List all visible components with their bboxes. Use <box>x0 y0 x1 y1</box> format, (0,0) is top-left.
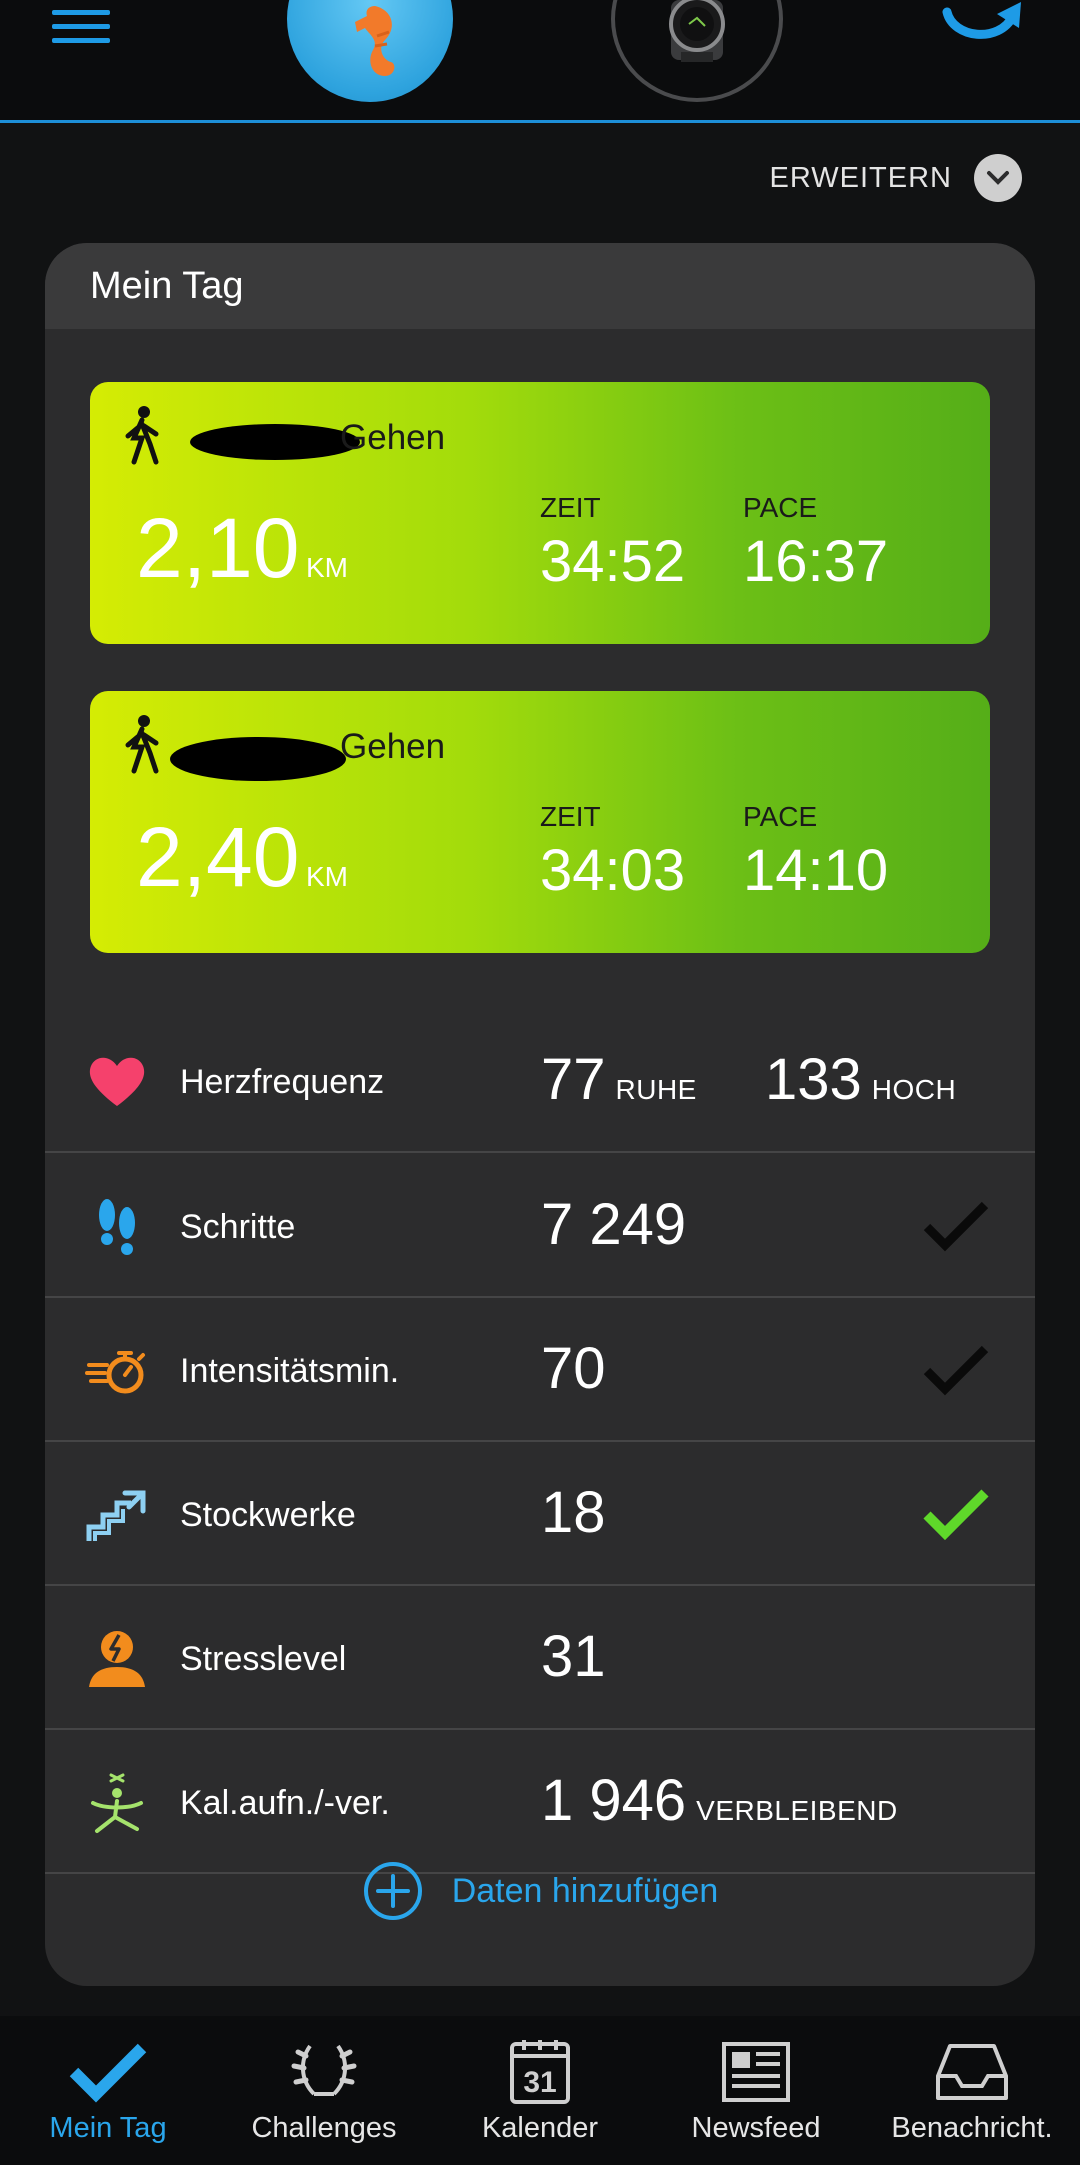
metric-value: 7 249 <box>541 1192 687 1257</box>
expand-label: ERWEITERN <box>769 161 952 194</box>
metric-value: 1 946 VERBLEIBEND <box>541 1768 898 1833</box>
activity-distance: 2,40 <box>136 810 300 904</box>
metric-value: 18 <box>541 1480 606 1545</box>
nav-label: Challenges <box>251 2112 397 2144</box>
nav-label: Mein Tag <box>49 2112 167 2144</box>
stress-icon <box>89 1631 145 1687</box>
chevron-down-icon <box>974 154 1022 202</box>
device-watch[interactable] <box>611 0 783 102</box>
card-header: Mein Tag <box>45 243 1035 329</box>
add-data-label: Daten hinzufügen <box>451 1871 719 1910</box>
heart-icon <box>89 1057 145 1106</box>
activity-name: Gehen <box>340 727 446 766</box>
redaction <box>190 424 360 460</box>
activity-distance-unit: KM <box>306 861 348 892</box>
sync-icon[interactable] <box>935 0 1027 58</box>
expand-toggle[interactable]: ERWEITERN <box>770 154 1022 202</box>
metric-label: Kal.aufn./-ver. <box>180 1784 390 1822</box>
metric-row-stress[interactable]: Stresslevel 31 <box>45 1587 1035 1730</box>
pace-value: 14:10 <box>743 838 889 903</box>
nav-label: Newsfeed <box>691 2112 821 2144</box>
nav-tab-challenges[interactable]: Challenges <box>216 2016 432 2165</box>
max-heart-rate: 133 HOCH <box>765 1047 957 1112</box>
top-bar <box>0 0 1080 123</box>
walking-icon <box>125 715 159 774</box>
time-label: ZEIT <box>540 492 601 523</box>
pace-value: 16:37 <box>743 529 889 594</box>
seahorse-icon <box>355 6 395 76</box>
nav-tab-my-day[interactable]: Mein Tag <box>0 2016 216 2165</box>
metric-value: 70 <box>541 1336 606 1401</box>
calories-figure-icon <box>91 1773 143 1833</box>
calendar-icon: 31 <box>510 2040 570 2104</box>
time-value: 34:03 <box>540 838 686 903</box>
my-day-card: Mein Tag Gehen 2,10 KM ZEIT 34:52 PACE 1… <box>45 243 1035 1986</box>
stairs-icon <box>86 1490 146 1541</box>
card-title: Mein Tag <box>90 264 244 307</box>
activity-card[interactable]: Gehen 2,10 KM ZEIT 34:52 PACE 16:37 <box>90 382 990 644</box>
watch-icon <box>669 0 725 62</box>
checkmark-icon <box>69 2043 147 2103</box>
metric-row-steps[interactable]: Schritte 7 249 <box>45 1155 1035 1298</box>
nav-tab-newsfeed[interactable]: Newsfeed <box>648 2016 864 2165</box>
nav-tab-notifications[interactable]: Benachricht. <box>864 2016 1080 2165</box>
inbox-icon <box>936 2044 1008 2100</box>
svg-text:31: 31 <box>523 2066 556 2099</box>
bottom-navigation: Mein Tag Challenges 31 Kalender Newsfeed <box>0 2016 1080 2165</box>
metric-row-heart-rate[interactable]: Herzfrequenz 77 RUHE 133 HOCH <box>45 1010 1035 1153</box>
nav-tab-calendar[interactable]: 31 Kalender <box>432 2016 648 2165</box>
menu-icon[interactable] <box>52 10 116 44</box>
resting-heart-rate: 77 RUHE <box>541 1047 697 1112</box>
newspaper-icon <box>722 2042 790 2102</box>
metric-label: Schritte <box>180 1208 296 1246</box>
walking-icon <box>125 406 159 465</box>
metric-value: 31 <box>541 1624 606 1689</box>
nav-label: Benachricht. <box>891 2112 1053 2144</box>
nav-label: Kalender <box>481 2112 599 2144</box>
activity-card[interactable]: Gehen 2,40 KM ZEIT 34:03 PACE 14:10 <box>90 691 990 953</box>
metric-label: Intensitätsmin. <box>180 1352 400 1390</box>
time-label: ZEIT <box>540 801 601 832</box>
metric-label: Stresslevel <box>180 1640 347 1678</box>
metric-label: Herzfrequenz <box>180 1063 385 1101</box>
metric-row-intensity[interactable]: Intensitätsmin. 70 <box>45 1299 1035 1442</box>
footprints-icon <box>99 1199 135 1255</box>
pace-label: PACE <box>743 492 818 523</box>
metric-row-floors[interactable]: Stockwerke 18 <box>45 1443 1035 1586</box>
redaction <box>170 737 346 781</box>
laurel-icon <box>291 2044 357 2096</box>
metric-label: Stockwerke <box>180 1496 356 1534</box>
check-icon <box>923 1345 989 1396</box>
plus-circle-icon <box>363 1862 422 1920</box>
check-icon <box>923 1201 989 1252</box>
check-icon <box>923 1489 989 1541</box>
add-data-button[interactable]: Daten hinzufügen <box>45 1841 1035 1941</box>
avatar[interactable] <box>287 0 453 102</box>
activity-name: Gehen <box>340 418 446 457</box>
activity-distance: 2,10 <box>136 501 300 595</box>
stopwatch-icon <box>85 1351 145 1394</box>
pace-label: PACE <box>743 801 818 832</box>
time-value: 34:52 <box>540 529 686 594</box>
activity-distance-unit: KM <box>306 552 348 583</box>
